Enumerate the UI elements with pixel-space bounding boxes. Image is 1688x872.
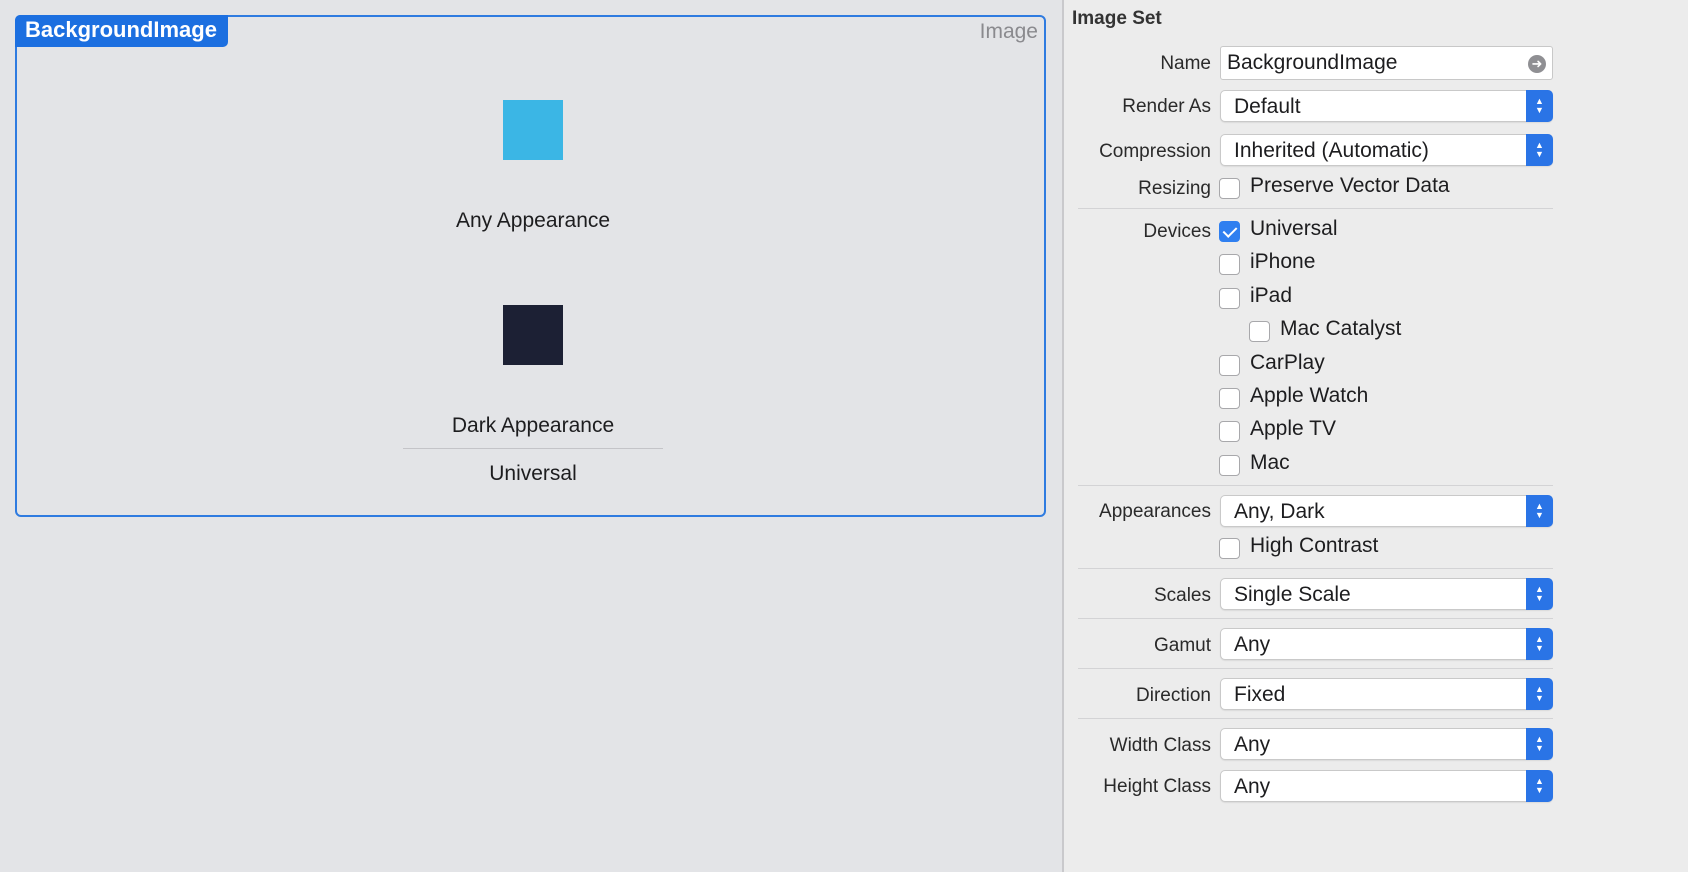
- height-class-value: Any: [1234, 775, 1271, 798]
- gamut-value: Any: [1234, 633, 1271, 656]
- device-mac-catalyst-label: Mac Catalyst: [1280, 317, 1402, 340]
- width-class-label: Width Class: [1109, 735, 1211, 756]
- checkbox-box[interactable]: [1219, 538, 1240, 559]
- popup-chevrons-icon: ▲ ▼: [1526, 134, 1553, 166]
- resizing-label: Resizing: [1138, 178, 1211, 199]
- popup-chevrons-icon: ▲ ▼: [1526, 770, 1553, 802]
- device-apple-watch-label: Apple Watch: [1250, 384, 1369, 407]
- appearances-popup[interactable]: Any, Dark ▲ ▼: [1220, 495, 1553, 527]
- asset-editor-canvas[interactable]: BackgroundImage Image Any Appearance Dar…: [0, 0, 1062, 872]
- any-appearance-image-well[interactable]: [503, 100, 563, 160]
- preserve-vector-data-label: Preserve Vector Data: [1250, 174, 1450, 197]
- checkbox-box[interactable]: [1219, 288, 1240, 309]
- popup-chevrons-icon: ▲ ▼: [1526, 628, 1553, 660]
- go-arrow-icon[interactable]: ➜: [1528, 55, 1546, 73]
- popup-chevrons-icon: ▲ ▼: [1526, 678, 1553, 710]
- device-group-label: Universal: [489, 462, 577, 485]
- render-as-label: Render As: [1122, 96, 1211, 117]
- popup-chevrons-icon: ▲ ▼: [1526, 495, 1553, 527]
- popup-chevrons-icon: ▲ ▼: [1526, 728, 1553, 760]
- checkbox-box[interactable]: [1219, 355, 1240, 376]
- direction-label: Direction: [1136, 685, 1211, 706]
- dark-appearance-caption: Dark Appearance: [451, 414, 615, 437]
- device-iphone-label: iPhone: [1250, 250, 1316, 273]
- scales-value: Single Scale: [1234, 583, 1351, 606]
- scales-popup[interactable]: Single Scale ▲ ▼: [1220, 578, 1553, 610]
- device-ipad-label: iPad: [1250, 284, 1293, 307]
- checkbox-box[interactable]: [1219, 221, 1240, 242]
- appearances-value: Any, Dark: [1234, 500, 1325, 523]
- popup-chevrons-icon: ▲ ▼: [1526, 90, 1553, 122]
- dark-appearance-image-well[interactable]: [503, 305, 563, 365]
- section-divider: [1078, 618, 1553, 619]
- name-label: Name: [1160, 53, 1211, 74]
- height-class-popup[interactable]: Any ▲ ▼: [1220, 770, 1553, 802]
- compression-popup[interactable]: Inherited (Automatic) ▲ ▼: [1220, 134, 1553, 166]
- device-apple-tv-label: Apple TV: [1250, 417, 1336, 440]
- slot-group-divider: [403, 448, 663, 449]
- checkbox-box[interactable]: [1219, 254, 1240, 275]
- width-class-popup[interactable]: Any ▲ ▼: [1220, 728, 1553, 760]
- image-set-name-tag[interactable]: BackgroundImage: [15, 15, 228, 47]
- checkbox-box[interactable]: [1219, 178, 1240, 199]
- checkbox-box[interactable]: [1219, 455, 1240, 476]
- device-mac-label: Mac: [1250, 451, 1290, 474]
- checkbox-box[interactable]: [1249, 321, 1270, 342]
- any-appearance-caption: Any Appearance: [455, 209, 611, 232]
- appearances-label: Appearances: [1099, 501, 1211, 522]
- device-carplay-label: CarPlay: [1250, 351, 1325, 374]
- name-field-value: BackgroundImage: [1227, 51, 1398, 74]
- direction-popup[interactable]: Fixed ▲ ▼: [1220, 678, 1553, 710]
- width-class-value: Any: [1234, 733, 1271, 756]
- name-field[interactable]: BackgroundImage ➜: [1220, 46, 1553, 80]
- high-contrast-label: High Contrast: [1250, 534, 1379, 557]
- checkbox-box[interactable]: [1219, 388, 1240, 409]
- section-divider: [1078, 208, 1553, 209]
- compression-value: Inherited (Automatic): [1234, 139, 1429, 162]
- scales-label: Scales: [1153, 585, 1211, 606]
- section-divider: [1078, 568, 1553, 569]
- compression-label: Compression: [1099, 141, 1211, 162]
- checkbox-box[interactable]: [1219, 421, 1240, 442]
- section-divider: [1078, 485, 1553, 486]
- device-universal-label: Universal: [1250, 217, 1338, 240]
- checkmark-icon: [1222, 223, 1238, 238]
- popup-chevrons-icon: ▲ ▼: [1526, 578, 1553, 610]
- inspector-section-title: Image Set: [1072, 8, 1162, 29]
- gamut-label: Gamut: [1153, 635, 1211, 656]
- devices-label: Devices: [1143, 221, 1211, 242]
- direction-value: Fixed: [1234, 683, 1286, 706]
- section-divider: [1078, 668, 1553, 669]
- image-set-selection-box[interactable]: [15, 15, 1046, 517]
- render-as-popup[interactable]: Default ▲ ▼: [1220, 90, 1553, 122]
- height-class-label: Height Class: [1103, 776, 1211, 797]
- gamut-popup[interactable]: Any ▲ ▼: [1220, 628, 1553, 660]
- render-as-value: Default: [1234, 95, 1301, 118]
- section-divider: [1078, 718, 1553, 719]
- image-set-kind-label: Image: [979, 20, 1038, 43]
